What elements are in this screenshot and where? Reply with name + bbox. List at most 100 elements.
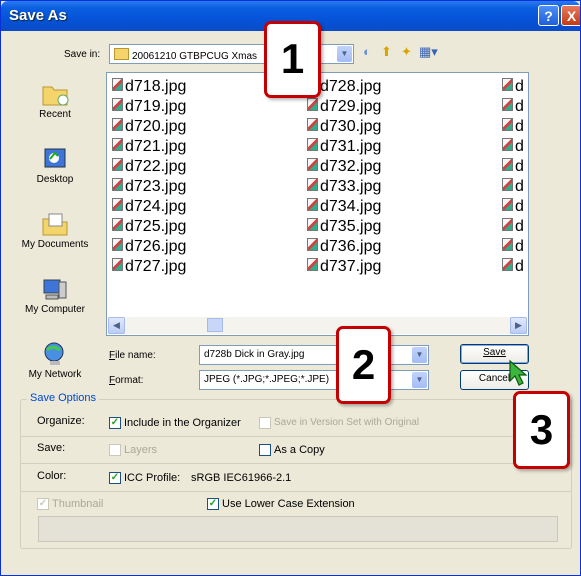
callout-1: 1 — [264, 21, 321, 98]
jpg-file-icon — [112, 258, 123, 271]
file-item[interactable]: d718.jpg — [112, 77, 186, 97]
help-button[interactable]: ? — [538, 5, 559, 26]
file-item[interactable]: d — [502, 217, 524, 237]
jpg-file-icon — [502, 198, 513, 211]
as-a-copy-checkbox[interactable] — [259, 444, 271, 456]
save-label: Save: — [37, 442, 66, 454]
place-my-computer[interactable]: My Computer — [12, 276, 98, 315]
places-bar: Recent Desktop My Documents My Computer … — [12, 71, 98, 389]
file-item[interactable]: d729.jpg — [307, 97, 381, 117]
new-folder-icon[interactable]: ✦ — [401, 45, 412, 59]
place-recent[interactable]: Recent — [12, 81, 98, 120]
lower-case-checkbox[interactable]: ✓ — [207, 498, 219, 510]
file-item[interactable]: d737.jpg — [307, 257, 381, 277]
horizontal-scrollbar[interactable]: ◀ ▶ — [108, 317, 527, 334]
jpg-file-icon — [112, 178, 123, 191]
jpg-file-icon — [112, 218, 123, 231]
file-item[interactable]: d734.jpg — [307, 197, 381, 217]
file-item[interactable]: d — [502, 137, 524, 157]
save-in-value: 20061210 GTBPCUG Xmas — [132, 51, 258, 62]
file-item[interactable]: d731.jpg — [307, 137, 381, 157]
file-item[interactable]: d723.jpg — [112, 177, 186, 197]
jpg-file-icon — [307, 178, 318, 191]
jpg-file-icon — [502, 158, 513, 171]
icc-profile-text: ICC Profile: — [124, 472, 181, 484]
layers-checkbox — [109, 444, 121, 456]
lower-case-text: Use Lower Case Extension — [222, 498, 355, 510]
save-options-legend: Save Options — [27, 392, 100, 404]
file-item[interactable]: d719.jpg — [112, 97, 186, 117]
format-select[interactable]: JPEG (*.JPG;*.JPEG;*.JPE) ▼ — [199, 370, 429, 390]
file-item[interactable]: d — [502, 177, 524, 197]
network-icon — [44, 342, 64, 365]
jpg-file-icon — [307, 258, 318, 271]
jpg-file-icon — [502, 138, 513, 151]
file-column-3: d d d d d d d d d d — [502, 77, 524, 277]
scroll-right-icon[interactable]: ▶ — [510, 317, 527, 334]
jpg-file-icon — [307, 218, 318, 231]
close-button[interactable]: X — [561, 5, 580, 26]
file-item[interactable]: d730.jpg — [307, 117, 381, 137]
file-column-2: d728.jpg d729.jpg d730.jpg d731.jpg d732… — [307, 77, 381, 277]
cursor-icon — [509, 359, 528, 386]
scroll-thumb[interactable] — [207, 318, 223, 332]
jpg-file-icon — [502, 78, 513, 91]
place-my-documents[interactable]: My Documents — [12, 211, 98, 250]
file-name-label: File name: — [109, 350, 156, 361]
file-list[interactable]: d718.jpg d719.jpg d720.jpg d721.jpg d722… — [106, 72, 529, 336]
file-item[interactable]: d736.jpg — [307, 237, 381, 257]
chevron-down-icon[interactable]: ▼ — [337, 46, 352, 62]
format-label: Format: — [109, 375, 144, 386]
jpg-file-icon — [502, 118, 513, 131]
jpg-file-icon — [112, 238, 123, 251]
file-item[interactable]: d735.jpg — [307, 217, 381, 237]
scroll-left-icon[interactable]: ◀ — [108, 317, 125, 334]
file-item[interactable]: d — [502, 157, 524, 177]
icc-profile-checkbox[interactable]: ✓ — [109, 472, 121, 484]
file-item[interactable]: d732.jpg — [307, 157, 381, 177]
file-item[interactable]: d — [502, 237, 524, 257]
file-item[interactable]: d721.jpg — [112, 137, 186, 157]
thumbnail-checkbox: ✓ — [37, 498, 49, 510]
jpg-file-icon — [112, 118, 123, 131]
file-item[interactable]: d — [502, 117, 524, 137]
back-icon[interactable]: ◐ — [363, 45, 371, 59]
chevron-down-icon[interactable]: ▼ — [412, 372, 427, 388]
version-set-text: Save in Version Set with Original — [274, 417, 420, 428]
include-organizer-checkbox[interactable]: ✓ — [109, 417, 121, 429]
file-item[interactable]: d — [502, 257, 524, 277]
folder-icon — [114, 48, 129, 60]
file-item[interactable]: d — [502, 197, 524, 217]
jpg-file-icon — [502, 238, 513, 251]
jpg-file-icon — [307, 118, 318, 131]
save-as-dialog: Save As ? X Save in: 20061210 GTBPCUG Xm… — [0, 0, 581, 576]
file-item[interactable]: d725.jpg — [112, 217, 186, 237]
place-my-network[interactable]: My Network — [12, 341, 98, 380]
jpg-file-icon — [112, 158, 123, 171]
jpg-file-icon — [307, 98, 318, 111]
file-item[interactable]: d733.jpg — [307, 177, 381, 197]
jpg-file-icon — [112, 138, 123, 151]
file-item[interactable]: d724.jpg — [112, 197, 186, 217]
jpg-file-icon — [307, 138, 318, 151]
jpg-file-icon — [502, 98, 513, 111]
organize-label: Organize: — [37, 415, 85, 427]
file-item[interactable]: d720.jpg — [112, 117, 186, 137]
chevron-down-icon[interactable]: ▼ — [412, 347, 427, 363]
file-item[interactable]: d727.jpg — [112, 257, 186, 277]
callout-3: 3 — [513, 391, 570, 469]
documents-folder-icon — [42, 213, 68, 236]
include-organizer-text: Include in the Organizer — [124, 417, 241, 429]
file-item[interactable]: d722.jpg — [112, 157, 186, 177]
place-desktop[interactable]: Desktop — [12, 146, 98, 185]
file-column-1: d718.jpg d719.jpg d720.jpg d721.jpg d722… — [112, 77, 186, 277]
up-folder-icon[interactable]: ⬆ — [381, 45, 392, 59]
view-menu-icon[interactable]: ▦▾ — [419, 45, 438, 59]
file-item[interactable]: d — [502, 77, 524, 97]
file-item[interactable]: d — [502, 97, 524, 117]
file-item[interactable]: d726.jpg — [112, 237, 186, 257]
jpg-file-icon — [307, 238, 318, 251]
layers-text: Layers — [124, 444, 158, 456]
recent-folder-icon — [42, 86, 69, 106]
file-name-input[interactable]: d728b Dick in Gray.jpg ▼ — [199, 345, 429, 365]
